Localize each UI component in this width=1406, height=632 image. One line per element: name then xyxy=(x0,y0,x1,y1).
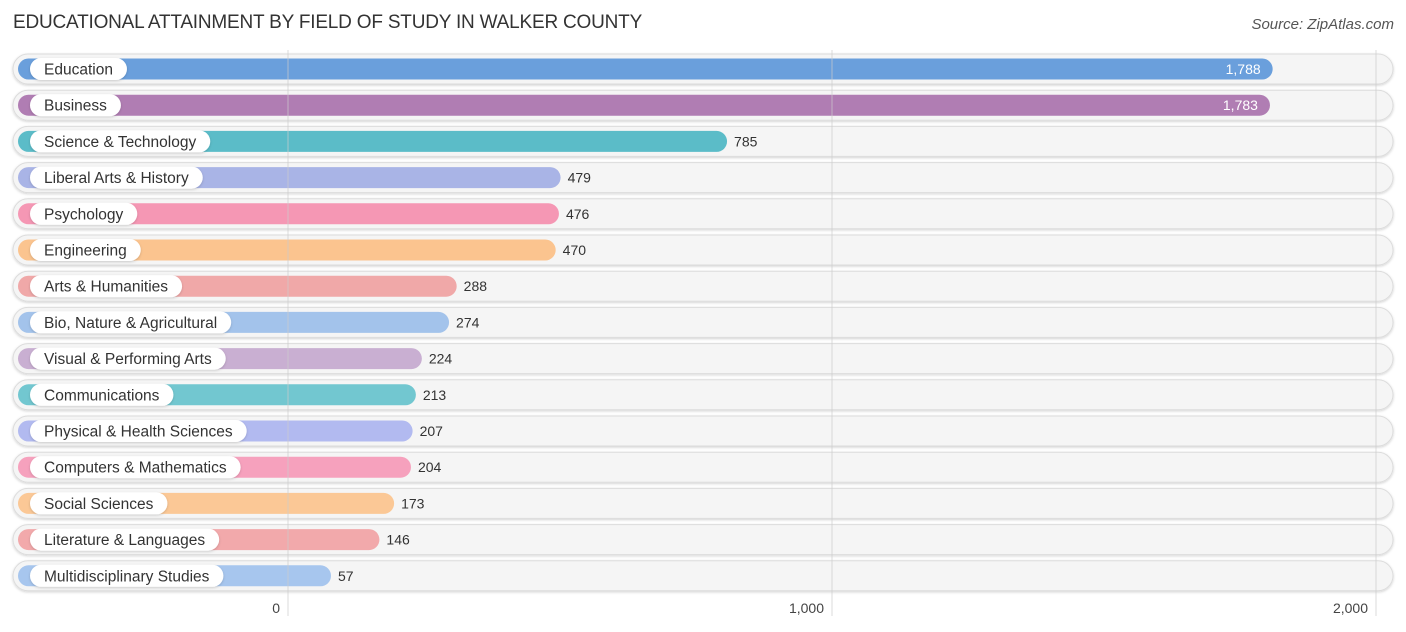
category-label: Social Sciences xyxy=(44,496,154,513)
bar-row: Liberal Arts & History 479 xyxy=(12,162,1394,194)
category-label: Communications xyxy=(44,387,160,404)
bar-row: Visual & Performing Arts 224 xyxy=(12,343,1394,375)
category-label: Engineering xyxy=(44,243,127,260)
bar-row: Computers & Mathematics 204 xyxy=(12,451,1394,483)
category-label: Bio, Nature & Agricultural xyxy=(44,315,217,332)
bar-row: Bio, Nature & Agricultural 274 xyxy=(12,306,1394,338)
bar-chart: Education 1,788 Business 1,783 Science & Tec… xyxy=(12,50,1394,616)
value-label: 274 xyxy=(456,314,480,330)
category-label: Psychology xyxy=(44,206,124,223)
category-label: Literature & Languages xyxy=(44,532,205,549)
value-label: 1,783 xyxy=(1223,97,1258,113)
value-label: 213 xyxy=(423,387,447,403)
value-label: 204 xyxy=(418,459,442,475)
value-label: 470 xyxy=(563,242,587,258)
bar-row: Science & Technology 785 xyxy=(12,125,1394,157)
bar xyxy=(18,94,1270,116)
category-label: Business xyxy=(44,98,107,115)
bar-row: Psychology 476 xyxy=(12,198,1394,230)
value-label: 785 xyxy=(734,133,758,149)
category-label: Arts & Humanities xyxy=(44,279,168,296)
category-label: Liberal Arts & History xyxy=(44,170,189,187)
x-tick-label: 1,000 xyxy=(789,600,824,616)
value-label: 57 xyxy=(338,568,354,584)
x-tick-label: 2,000 xyxy=(1333,600,1368,616)
bar-row: Social Sciences 173 xyxy=(12,487,1394,519)
category-label: Multidisciplinary Studies xyxy=(44,568,210,585)
bar-row: Communications 213 xyxy=(12,379,1394,411)
bar-row: Education 1,788 xyxy=(12,53,1394,85)
value-label: 173 xyxy=(401,495,425,511)
bar-row: Engineering 470 xyxy=(12,234,1394,266)
value-label: 224 xyxy=(429,351,453,367)
value-label: 146 xyxy=(386,532,410,548)
category-label: Education xyxy=(44,62,113,79)
category-label: Computers & Mathematics xyxy=(44,460,227,477)
value-label: 288 xyxy=(464,278,488,294)
bar-row: Physical & Health Sciences 207 xyxy=(12,415,1394,447)
bar xyxy=(18,58,1273,80)
x-tick-label: 0 xyxy=(272,600,280,616)
category-label: Physical & Health Sciences xyxy=(44,424,233,441)
value-label: 476 xyxy=(566,206,590,222)
bar-row: Arts & Humanities 288 xyxy=(12,270,1394,302)
value-label: 207 xyxy=(420,423,444,439)
category-label: Visual & Performing Arts xyxy=(44,351,212,368)
category-label: Science & Technology xyxy=(44,134,196,151)
value-label: 1,788 xyxy=(1226,61,1261,77)
value-label: 479 xyxy=(568,170,592,186)
bar-row: Literature & Languages 146 xyxy=(12,524,1394,556)
bar-row: Multidisciplinary Studies 57 xyxy=(12,560,1394,592)
bar-row: Business 1,783 xyxy=(12,89,1394,121)
